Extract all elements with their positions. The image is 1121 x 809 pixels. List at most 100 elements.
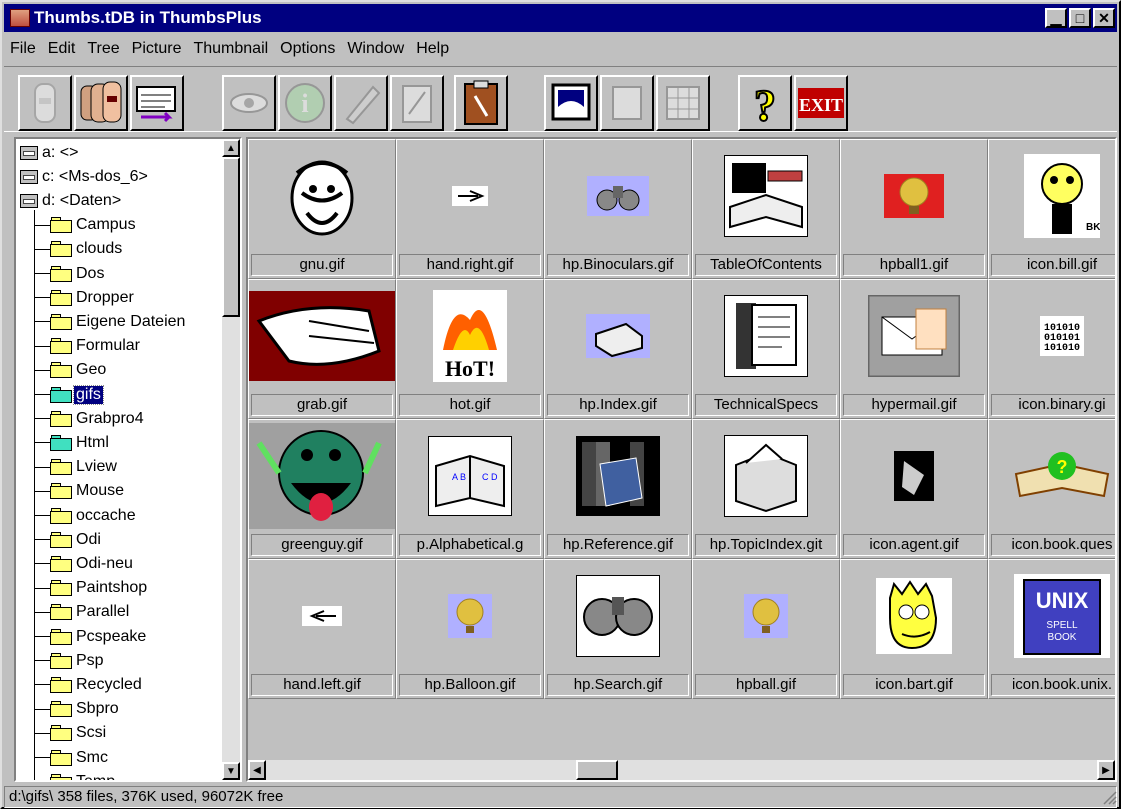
thumbnail-image[interactable]	[693, 140, 839, 252]
thumbnail-item[interactable]: hpball1.gif	[840, 139, 988, 279]
wallpaper-button[interactable]	[544, 75, 598, 131]
folder-tree[interactable]: a: <> c: <Ms-dos_6> d: <Daten> Campus clouds…	[14, 137, 242, 782]
thumbnail-item[interactable]: BKK icon.bill.gif	[988, 139, 1115, 279]
menu-tree[interactable]: Tree	[81, 40, 125, 58]
thumbnail-image[interactable]: ?	[989, 420, 1115, 532]
thumbnail-item[interactable]: ? icon.book.ques	[988, 419, 1115, 559]
scroll-right-arrow-icon[interactable]: ▶	[1097, 760, 1115, 780]
thumbnail-item[interactable]: gnu.gif	[248, 139, 396, 279]
thumb-single-button[interactable]	[600, 75, 654, 131]
resize-grip-icon[interactable]	[1101, 789, 1117, 805]
thumbnail-item[interactable]: UNIX SPELL BOOK icon.book.unix.	[988, 559, 1115, 699]
title-bar[interactable]: Thumbs.tDB in ThumbsPlus ▁ □ ✕	[4, 4, 1117, 32]
scroll-left-arrow-icon[interactable]: ◀	[248, 760, 266, 780]
thumbnail-item[interactable]: icon.agent.gif	[840, 419, 988, 559]
tree-folder[interactable]: Temp	[50, 770, 117, 780]
tree-folder[interactable]: Paintshop	[50, 577, 149, 600]
thumbnail-image[interactable]	[841, 140, 987, 252]
tree-folder[interactable]: Scsi	[50, 722, 108, 745]
maximize-button[interactable]: □	[1069, 8, 1091, 28]
tree-folder[interactable]: Html	[50, 431, 111, 454]
minimize-button[interactable]: ▁	[1045, 8, 1067, 28]
thumbnail-item[interactable]: hp.Balloon.gif	[396, 559, 544, 699]
menu-help[interactable]: Help	[410, 40, 455, 58]
thumbnail-item[interactable]: 101010 010101 101010 icon.binary.gi	[988, 279, 1115, 419]
grid-horizontal-scrollbar[interactable]: ◀ ▶	[248, 760, 1115, 780]
thumbnail-item[interactable]: hp.Binoculars.gif	[544, 139, 692, 279]
thumbnail-image[interactable]: HoT!	[397, 280, 543, 392]
tree-folder[interactable]: Grabpro4	[50, 407, 146, 430]
thumbnail-image[interactable]	[249, 420, 395, 532]
menu-thumbnail[interactable]: Thumbnail	[187, 40, 274, 58]
tree-folder[interactable]: Parallel	[50, 601, 131, 624]
thumbnail-image[interactable]	[545, 560, 691, 672]
view-multiple-button[interactable]	[74, 75, 128, 131]
thumbnail-image[interactable]	[545, 140, 691, 252]
tree-folder[interactable]: Pcspeake	[50, 625, 148, 648]
edit-button[interactable]	[334, 75, 388, 131]
thumbnail-image[interactable]	[545, 280, 691, 392]
menu-edit[interactable]: Edit	[42, 40, 82, 58]
thumbnail-image[interactable]: 101010 010101 101010	[989, 280, 1115, 392]
thumbnail-item[interactable]: icon.bart.gif	[840, 559, 988, 699]
thumbnail-image[interactable]	[693, 560, 839, 672]
tree-drive[interactable]: c: <Ms-dos_6>	[20, 165, 150, 188]
thumbnail-item[interactable]: hand.right.gif	[396, 139, 544, 279]
exit-button[interactable]: EXIT	[794, 75, 848, 131]
thumbnail-image[interactable]	[249, 140, 395, 252]
thumbnail-image[interactable]	[397, 560, 543, 672]
tree-folder[interactable]: Odi	[50, 528, 103, 551]
scroll-up-arrow-icon[interactable]: ▲	[222, 139, 240, 157]
thumbnail-image[interactable]	[841, 560, 987, 672]
thumbnail-image[interactable]	[397, 140, 543, 252]
view-single-button[interactable]	[18, 75, 72, 131]
tree-folder[interactable]: Mouse	[50, 480, 126, 503]
menu-file[interactable]: File	[4, 40, 42, 58]
list-button[interactable]	[130, 75, 184, 131]
thumbnail-item[interactable]: hpball.gif	[692, 559, 840, 699]
tree-vertical-scrollbar[interactable]: ▲ ▼	[222, 139, 240, 780]
thumbnail-item[interactable]: grab.gif	[248, 279, 396, 419]
tree-folder[interactable]: Lview	[50, 456, 119, 479]
thumbnail-item[interactable]: hypermail.gif	[840, 279, 988, 419]
thumbnail-item[interactable]: hand.left.gif	[248, 559, 396, 699]
thumbnail-item[interactable]: TableOfContents	[692, 139, 840, 279]
tree-scroll-thumb[interactable]	[222, 157, 240, 317]
paste-button[interactable]	[454, 75, 508, 131]
tree-folder[interactable]: Eigene Dateien	[50, 310, 187, 333]
close-button[interactable]: ✕	[1093, 8, 1115, 28]
tree-folder[interactable]: occache	[50, 504, 138, 527]
thumbnail-image[interactable]	[249, 280, 395, 392]
tree-folder[interactable]: Recycled	[50, 673, 144, 696]
tree-folder[interactable]: Dos	[50, 262, 106, 285]
tree-drive[interactable]: d: <Daten>	[20, 189, 123, 212]
tree-drive[interactable]: a: <>	[20, 141, 80, 164]
menu-picture[interactable]: Picture	[126, 40, 188, 58]
thumbnail-item[interactable]: hp.Index.gif	[544, 279, 692, 419]
tree-folder[interactable]: Dropper	[50, 286, 136, 309]
tree-folder[interactable]: Smc	[50, 746, 110, 769]
thumb-grid-button[interactable]	[656, 75, 710, 131]
thumbnail-item[interactable]: hp.Search.gif	[544, 559, 692, 699]
thumbnail-image[interactable]	[545, 420, 691, 532]
thumbnail-image[interactable]	[841, 420, 987, 532]
view-button[interactable]	[222, 75, 276, 131]
thumbnail-image[interactable]	[693, 420, 839, 532]
tree-folder[interactable]: Sbpro	[50, 698, 121, 721]
thumbnail-image[interactable]: BKK	[989, 140, 1115, 252]
tree-folder[interactable]: gifs	[50, 383, 104, 406]
tree-folder[interactable]: clouds	[50, 238, 124, 261]
thumbnail-item[interactable]: hp.TopicIndex.git	[692, 419, 840, 559]
info-button[interactable]: i	[278, 75, 332, 131]
thumbnail-image[interactable]	[841, 280, 987, 392]
thumbnail-image[interactable]: UNIX SPELL BOOK	[989, 560, 1115, 672]
thumbnail-item[interactable]: HoT! hot.gif	[396, 279, 544, 419]
thumbnail-item[interactable]: TechnicalSpecs	[692, 279, 840, 419]
thumbnail-image[interactable]	[249, 560, 395, 672]
scroll-down-arrow-icon[interactable]: ▼	[222, 762, 240, 780]
thumbnail-item[interactable]: hp.Reference.gif	[544, 419, 692, 559]
thumbnail-item[interactable]: A B C D p.Alphabetical.g	[396, 419, 544, 559]
copy-button[interactable]	[390, 75, 444, 131]
help-button[interactable]: ?	[738, 75, 792, 131]
tree-folder[interactable]: Odi-neu	[50, 552, 135, 575]
